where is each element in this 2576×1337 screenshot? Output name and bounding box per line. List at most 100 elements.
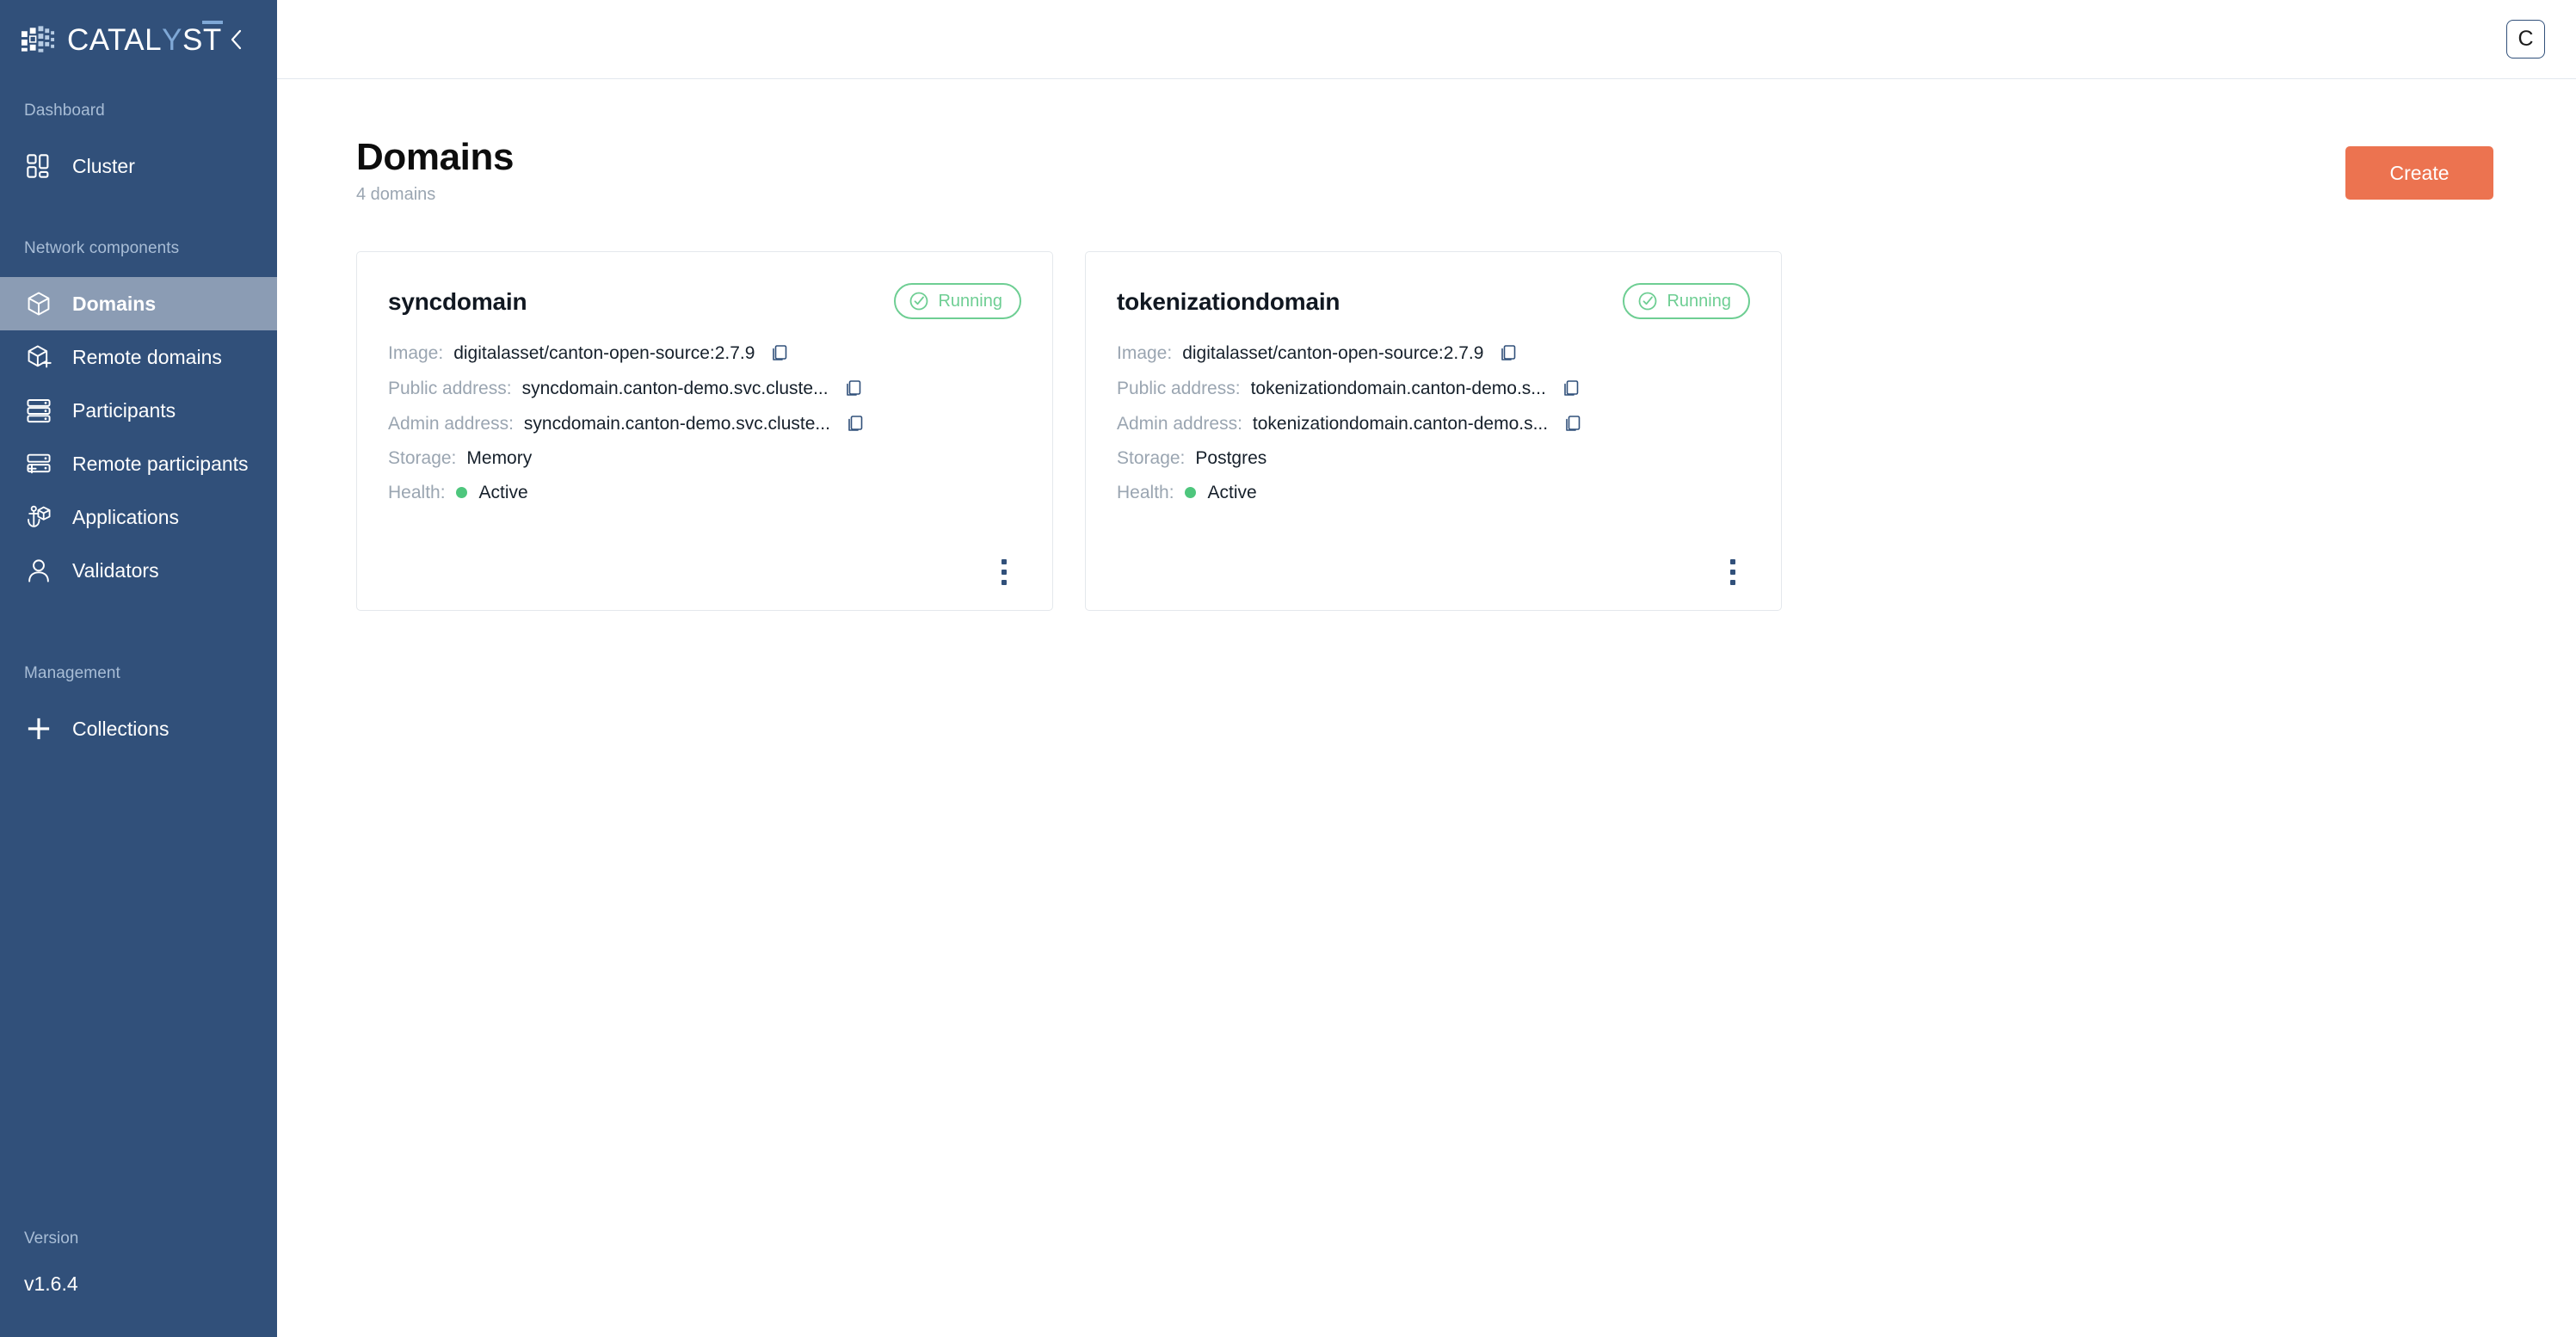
copy-icon[interactable] xyxy=(1562,412,1584,434)
card-footer xyxy=(1117,538,1750,591)
brand-logo[interactable]: CATAL Y S T xyxy=(21,20,223,57)
status-badge-label: Running xyxy=(938,291,1002,311)
field-value: digitalasset/canton-open-source:2.7.9 xyxy=(453,342,755,363)
more-vertical-icon[interactable] xyxy=(1716,553,1750,591)
field-health: Health: Active xyxy=(1117,482,1750,503)
docker-anchor-icon xyxy=(24,502,53,532)
sidebar-item-label: Cluster xyxy=(72,154,135,177)
sidebar-item-label: Applications xyxy=(72,505,180,528)
field-admin-address: Admin address: syncdomain.canton-demo.sv… xyxy=(388,412,1021,434)
cube-plus-icon xyxy=(24,342,53,372)
status-badge: Running xyxy=(1623,283,1750,320)
sidebar-section-network-label: Network components xyxy=(24,239,180,257)
sidebar: CATAL Y S T Dashboard Cluster Network co… xyxy=(0,0,277,1337)
brand-word-accent: Y xyxy=(162,22,182,57)
sidebar-item-label: Domains xyxy=(72,292,157,315)
card-header: syncdomain Running xyxy=(388,283,1021,320)
sidebar-nav: Dashboard Cluster Network components Dom… xyxy=(0,79,277,1229)
field-value: tokenizationdomain.canton-demo.s... xyxy=(1250,378,1546,398)
sidebar-item-label: Collections xyxy=(72,717,169,740)
field-label: Storage: xyxy=(1117,448,1186,469)
field-value: Active xyxy=(478,483,528,503)
copy-icon[interactable] xyxy=(768,342,791,364)
page-subtitle: 4 domains xyxy=(356,185,436,205)
sidebar-section-management-label: Management xyxy=(24,664,120,682)
sidebar-footer: Version v1.6.4 xyxy=(0,1229,277,1337)
field-label: Admin address: xyxy=(388,413,514,434)
sidebar-item-cluster[interactable]: Cluster xyxy=(0,139,277,193)
cube-grid-icon xyxy=(21,26,55,52)
app-root: CATAL Y S T Dashboard Cluster Network co… xyxy=(0,0,2576,1337)
field-health: Health: Active xyxy=(388,482,1021,503)
field-label: Storage: xyxy=(388,448,457,469)
status-badge: Running xyxy=(894,283,1021,320)
sidebar-item-participants[interactable]: Participants xyxy=(0,384,277,437)
sidebar-item-label: Remote domains xyxy=(72,345,222,368)
page-title: Domains xyxy=(356,136,515,178)
sidebar-item-validators[interactable]: Validators xyxy=(0,544,277,597)
health-status-dot xyxy=(455,487,467,499)
card-footer xyxy=(388,538,1021,591)
domain-card-list: syncdomain Running Image: digitalasset/c… xyxy=(356,251,2493,612)
cube-icon xyxy=(24,289,53,318)
field-label: Health: xyxy=(1117,483,1174,503)
page-content: Domains 4 domains Create syncdomain Runn… xyxy=(277,79,2576,1337)
server-plus-icon xyxy=(24,449,53,478)
field-label: Public address: xyxy=(1117,378,1241,398)
more-vertical-icon[interactable] xyxy=(987,553,1021,591)
brand-wordmark: CATAL Y S T xyxy=(67,20,223,57)
status-badge-label: Running xyxy=(1667,291,1731,311)
field-label: Image: xyxy=(1117,342,1173,363)
sidebar-collapse-button[interactable] xyxy=(222,24,251,55)
copy-icon[interactable] xyxy=(1497,342,1519,364)
sidebar-item-label: Remote participants xyxy=(72,452,249,475)
health-status-dot xyxy=(1184,487,1196,499)
check-circle-icon xyxy=(910,292,928,311)
version-value: v1.6.4 xyxy=(24,1272,78,1295)
card-header: tokenizationdomain Running xyxy=(1117,283,1750,320)
field-label: Public address: xyxy=(388,378,512,398)
field-value: syncdomain.canton-demo.svc.cluste... xyxy=(523,413,830,434)
domain-card[interactable]: tokenizationdomain Running Image: digita… xyxy=(1085,251,1782,612)
sidebar-item-applications[interactable]: Applications xyxy=(0,490,277,544)
card-fields: Image: digitalasset/canton-open-source:2… xyxy=(1117,342,1750,503)
field-label: Admin address: xyxy=(1117,413,1242,434)
brand-word-prefix: CATAL xyxy=(67,22,163,57)
create-button[interactable]: Create xyxy=(2345,146,2493,200)
card-fields: Image: digitalasset/canton-open-source:2… xyxy=(388,342,1021,503)
field-image: Image: digitalasset/canton-open-source:2… xyxy=(388,342,1021,364)
sidebar-section-dashboard-label: Dashboard xyxy=(24,102,105,120)
field-value: digitalasset/canton-open-source:2.7.9 xyxy=(1182,342,1484,363)
sidebar-item-remote-participants[interactable]: Remote participants xyxy=(0,437,277,490)
field-label: Health: xyxy=(388,483,446,503)
version-label: Version xyxy=(24,1229,79,1248)
field-public-address: Public address: syncdomain.canton-demo.s… xyxy=(388,377,1021,399)
check-circle-icon xyxy=(1639,292,1657,311)
field-value: syncdomain.canton-demo.svc.cluste... xyxy=(521,378,829,398)
topbar: C xyxy=(277,0,2576,79)
sidebar-header: CATAL Y S T xyxy=(0,0,277,79)
brand-word-t: T xyxy=(201,20,223,57)
copy-icon[interactable] xyxy=(1560,377,1582,399)
field-admin-address: Admin address: tokenizationdomain.canton… xyxy=(1117,412,1750,434)
chevron-left-icon xyxy=(231,29,241,50)
copy-icon[interactable] xyxy=(842,377,865,399)
copy-icon[interactable] xyxy=(844,412,866,434)
brand-word-s: S xyxy=(182,22,203,57)
sidebar-item-remote-domains[interactable]: Remote domains xyxy=(0,330,277,384)
avatar[interactable]: C xyxy=(2506,20,2545,59)
card-title: tokenizationdomain xyxy=(1117,288,1340,316)
field-value: Active xyxy=(1207,483,1257,503)
server-stack-icon xyxy=(24,396,53,425)
field-label: Image: xyxy=(388,342,444,363)
dashboard-grid-icon xyxy=(24,151,53,181)
sidebar-item-collections[interactable]: Collections xyxy=(0,702,277,755)
field-value: Postgres xyxy=(1195,448,1267,469)
domain-card[interactable]: syncdomain Running Image: digitalasset/c… xyxy=(356,251,1053,612)
sidebar-item-domains[interactable]: Domains xyxy=(0,277,277,330)
field-public-address: Public address: tokenizationdomain.canto… xyxy=(1117,377,1750,399)
user-icon xyxy=(24,556,53,585)
sidebar-item-label: Participants xyxy=(72,398,176,422)
main-content: C Domains 4 domains Create syncdomain Ru… xyxy=(277,0,2576,1337)
